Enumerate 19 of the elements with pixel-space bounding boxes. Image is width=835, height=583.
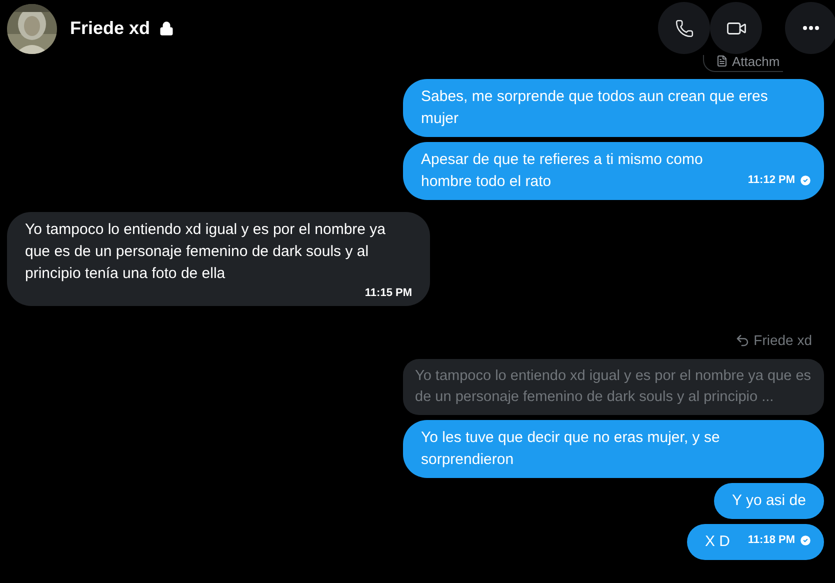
reply-icon xyxy=(734,333,750,348)
contact-name: Friede xd xyxy=(70,17,150,40)
message-text: Sabes, me sorprende que todos aun crean que eres mujer xyxy=(421,87,769,129)
more-icon xyxy=(803,26,819,30)
message-time: 11:18 PM xyxy=(748,533,795,548)
attachment-button[interactable]: Attachm xyxy=(703,55,783,72)
message-text: Apesar de que te refieres a ti mismo como hombre todo el rato xyxy=(421,150,704,192)
reply-author: Friede xd xyxy=(754,331,812,350)
phone-icon xyxy=(674,18,694,38)
message-time: 11:15 PM xyxy=(364,286,412,301)
message-time: 11:12 PM xyxy=(748,173,795,188)
message-text: Y yo asi de xyxy=(732,491,806,511)
message-text: Yo les tuve que decir que no eras mujer, y se sorprendieron xyxy=(421,428,721,470)
quoted-message[interactable]: Yo tampoco lo entiendo xd igual y es por el nombre ya que es de un personaje femenino de dark souls y al principio ... xyxy=(403,359,824,415)
document-icon xyxy=(716,55,728,67)
video-call-button[interactable] xyxy=(710,2,762,54)
call-button[interactable] xyxy=(658,2,710,54)
message-text: X D xyxy=(704,532,730,552)
message-text: Yo tampoco lo entiendo xd igual y es por el nombre ya que es de un personaje femenino de dark souls y al principio tenía una foto de ella xyxy=(25,220,387,284)
